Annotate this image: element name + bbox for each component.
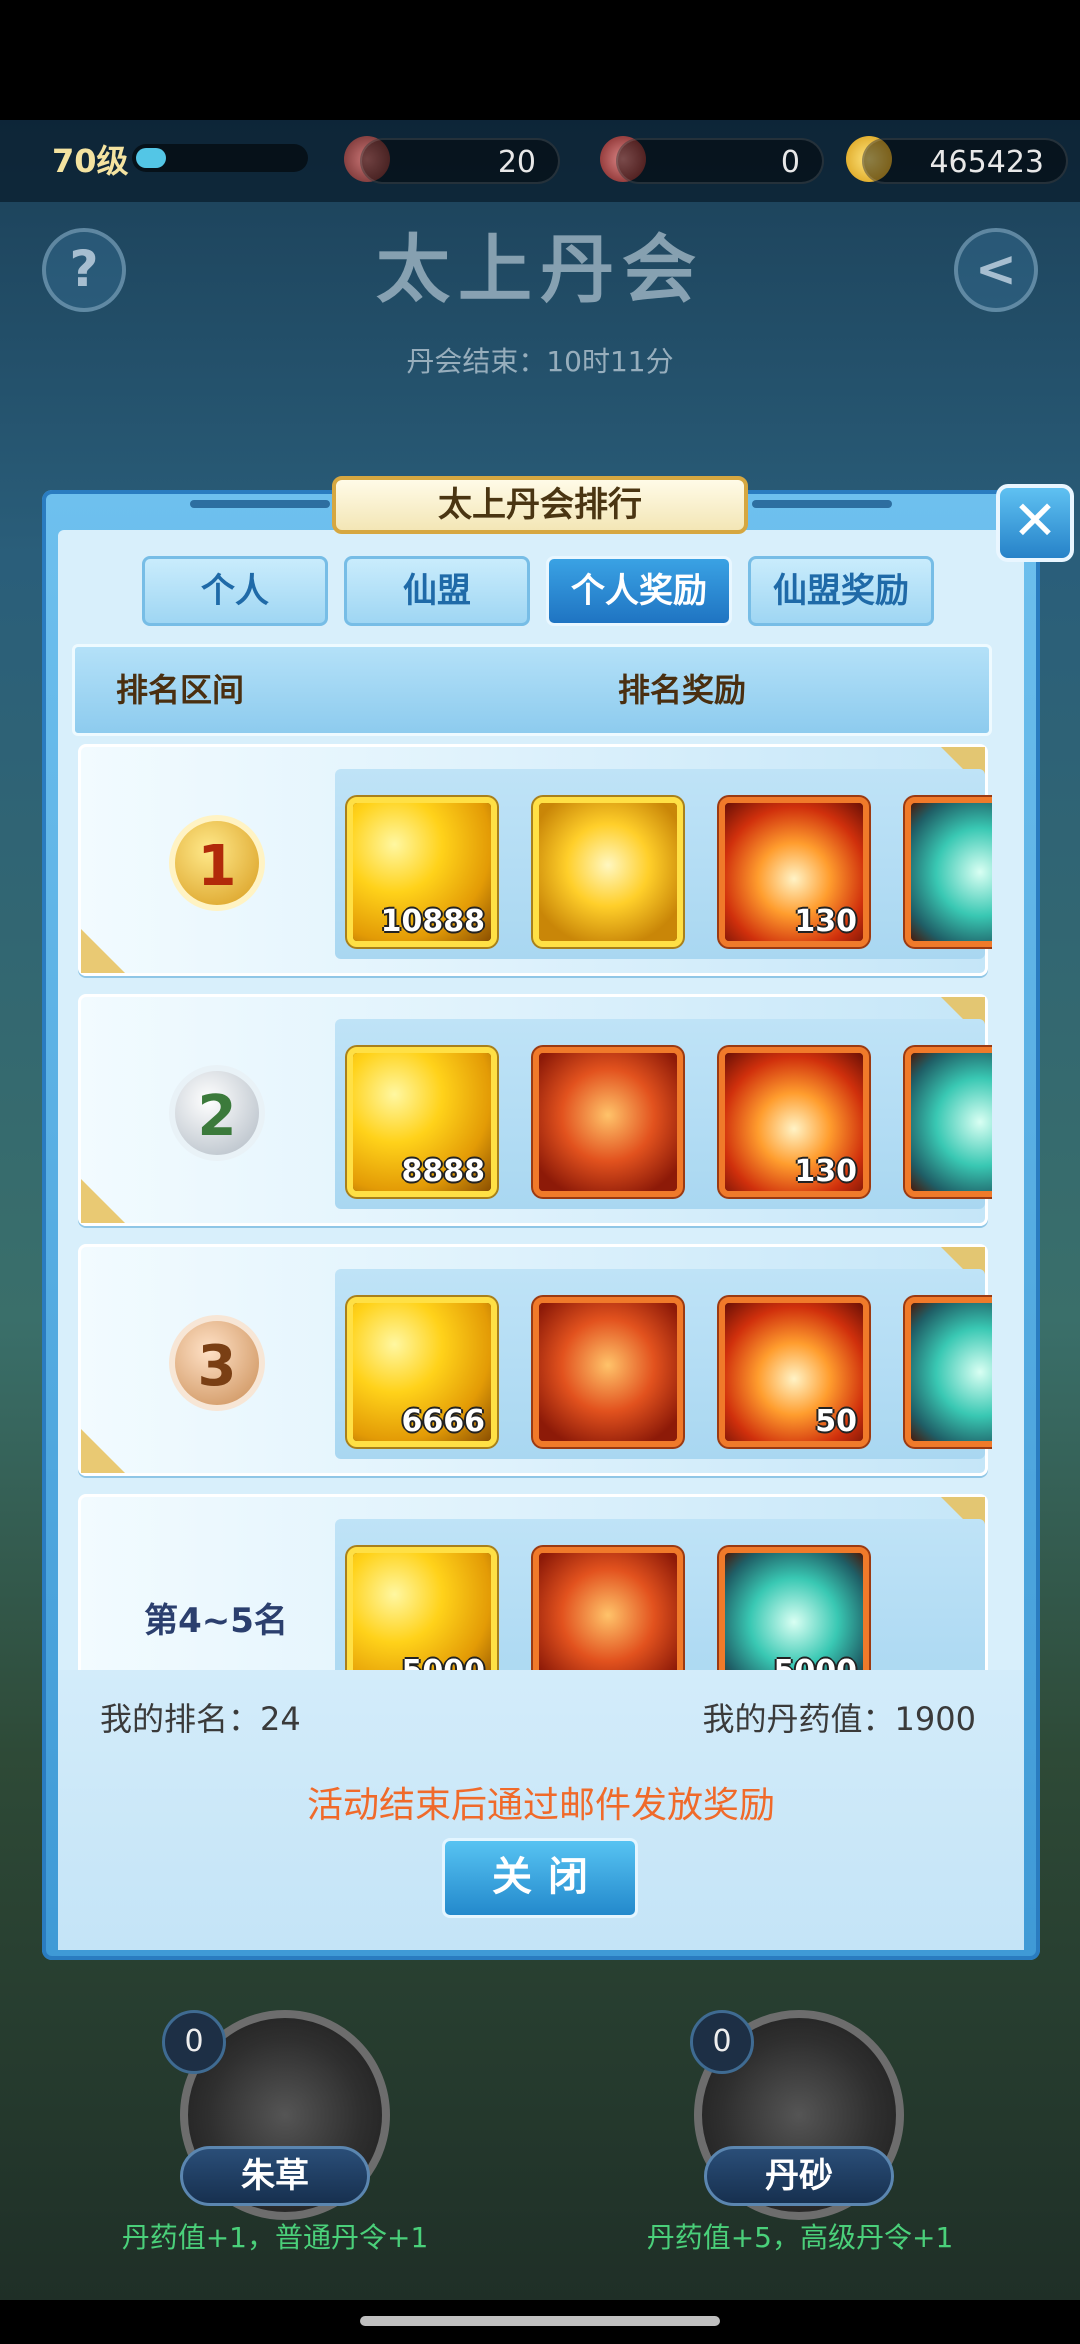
red-chest-icon	[539, 1053, 677, 1191]
reward-quantity: 130	[794, 1154, 857, 1189]
reward-item[interactable]: 130	[719, 797, 869, 947]
my-pill-score: 我的丹药值：1900	[702, 1700, 976, 1738]
rank-3-medal-icon: 3	[169, 1315, 265, 1411]
material-name: 丹砂	[704, 2146, 894, 2206]
red-chest-icon	[539, 1303, 677, 1441]
crystal-icon	[911, 1053, 992, 1191]
red-chest-icon	[539, 1553, 677, 1670]
page-title: 太上丹会	[376, 227, 704, 313]
reward-panel: 6666 50	[335, 1269, 992, 1459]
reward-quantity: 50	[815, 1404, 857, 1439]
title-ornament-left	[190, 500, 330, 508]
material-count: 0	[162, 2010, 226, 2074]
rank-2-medal-icon: 2	[169, 1065, 265, 1161]
rank-range-label: 第4~5名	[144, 1601, 288, 1641]
gold-ingot-icon	[353, 1553, 491, 1670]
reward-item[interactable]	[905, 1047, 992, 1197]
reward-item[interactable]	[533, 1297, 683, 1447]
reward-item[interactable]	[533, 1547, 683, 1670]
resource-scroll: 0	[616, 138, 824, 184]
header-rank-range: 排名区间	[116, 671, 245, 709]
tab-alliance[interactable]: 仙盟	[344, 556, 530, 626]
reward-list[interactable]: 1 10888 130 1( 2	[72, 744, 992, 1670]
material-name: 朱草	[180, 2146, 370, 2206]
tab-alliance-rewards[interactable]: 仙盟奖励	[748, 556, 934, 626]
reward-item[interactable]: 8888	[347, 1047, 497, 1197]
tab-personal-rewards[interactable]: 个人奖励	[546, 556, 732, 626]
reward-row-rank-1: 1 10888 130 1(	[78, 744, 992, 976]
reward-item[interactable]: 6666	[347, 1297, 497, 1447]
row-ornament	[81, 1179, 125, 1223]
title-ornament-right	[752, 500, 892, 508]
reward-item[interactable]: 5000	[347, 1547, 497, 1670]
row-ornament	[81, 929, 125, 973]
player-level: 70级	[52, 142, 129, 180]
resource-stone: 20	[360, 138, 560, 184]
gold-chest-icon	[539, 803, 677, 941]
reward-panel: 5000 5000	[335, 1519, 985, 1670]
close-icon[interactable]: ✕	[996, 484, 1074, 562]
reward-row-rank-2: 2 8888 130	[78, 994, 992, 1226]
reward-row-rank-3: 3 6666 50	[78, 1244, 992, 1476]
crystal-icon	[911, 1303, 992, 1441]
reward-item[interactable]	[533, 797, 683, 947]
reward-panel: 10888 130 1(	[335, 769, 992, 959]
reward-item[interactable]	[533, 1047, 683, 1197]
close-button[interactable]: 关闭	[442, 1838, 638, 1918]
material-desc: 丹药值+5，高级丹令+1	[646, 2221, 954, 2254]
material-desc: 丹药值+1，普通丹令+1	[121, 2221, 429, 2254]
reward-quantity: 130	[794, 904, 857, 939]
reward-panel: 8888 130	[335, 1019, 992, 1209]
exp-bar-fill	[136, 148, 166, 168]
header-rank-reward: 排名奖励	[618, 671, 747, 709]
reward-item[interactable]: 130	[719, 1047, 869, 1197]
crystal-icon	[725, 1553, 863, 1670]
row-ornament	[81, 1429, 125, 1473]
reward-row-rank-4-5: 第4~5名 5000 5000	[78, 1494, 988, 1670]
reward-item[interactable]: 1(	[905, 797, 992, 947]
reward-item[interactable]	[905, 1297, 992, 1447]
tab-personal[interactable]: 个人	[142, 556, 328, 626]
rank-1-medal-icon: 1	[169, 815, 265, 911]
material-count: 0	[690, 2010, 754, 2074]
reward-quantity: 10888	[380, 904, 485, 939]
reward-quantity: 5000	[402, 1654, 486, 1670]
crystal-icon	[911, 803, 992, 941]
reward-quantity: 6666	[401, 1404, 486, 1439]
reward-item[interactable]: 10888	[347, 797, 497, 947]
reward-item[interactable]: 50	[719, 1297, 869, 1447]
home-indicator[interactable]	[360, 2316, 720, 2326]
my-rank: 我的排名：24	[100, 1700, 301, 1738]
event-timer: 丹会结束：10时11分	[406, 345, 674, 378]
reward-item[interactable]: 5000	[719, 1547, 869, 1670]
resource-gold: 465423	[862, 138, 1068, 184]
modal-title: 太上丹会排行	[332, 476, 748, 534]
reward-quantity: 5000	[774, 1654, 858, 1670]
mail-notice: 活动结束后通过邮件发放奖励	[306, 1785, 775, 1826]
reward-quantity: 8888	[401, 1154, 486, 1189]
